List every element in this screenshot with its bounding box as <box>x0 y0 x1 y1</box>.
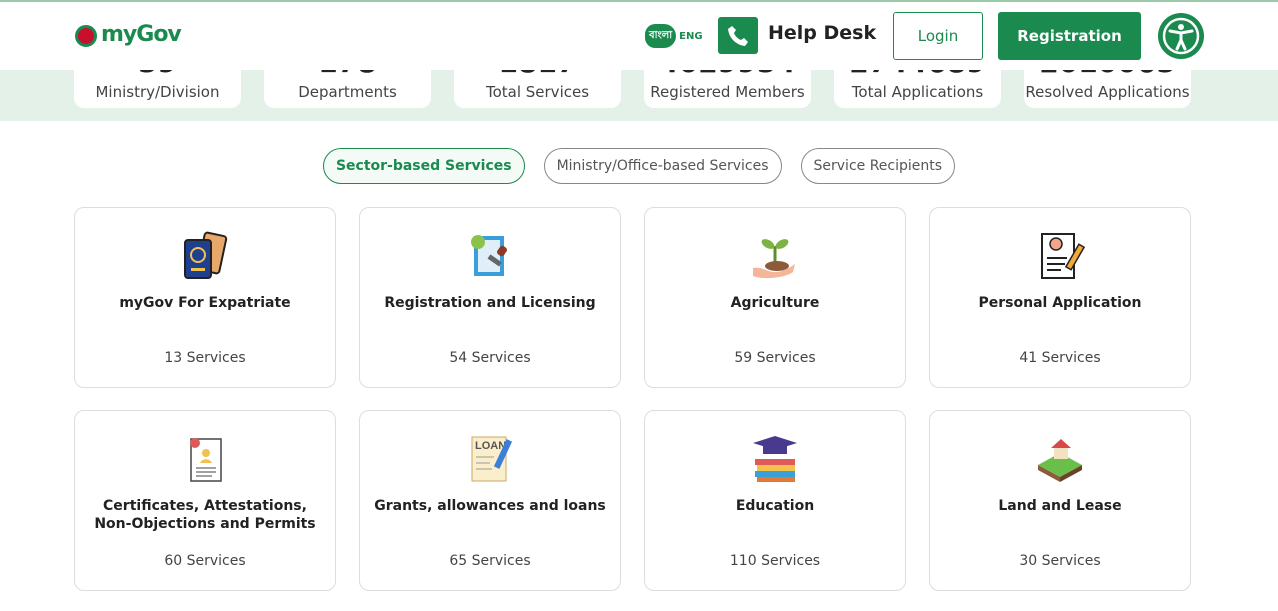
language-toggle[interactable]: বাংলা ENG <box>645 24 707 48</box>
header: myGov বাংলা ENG Help Desk Login Registra… <box>0 2 1278 70</box>
service-tabs: Sector-based Services Ministry/Office-ba… <box>0 148 1278 184</box>
service-cards: myGov For Expatriate 13 Services Registra… <box>74 207 1191 591</box>
plant-hand-icon <box>645 230 905 282</box>
phone-icon[interactable] <box>718 17 758 54</box>
accessibility-icon[interactable] <box>1158 13 1204 59</box>
mygov-logo[interactable]: myGov <box>75 14 182 47</box>
card-expatriate[interactable]: myGov For Expatriate 13 Services <box>74 207 336 388</box>
document-stamp-icon <box>360 230 620 282</box>
help-desk-link[interactable]: Help Desk <box>768 22 876 44</box>
tab-service-recipients[interactable]: Service Recipients <box>800 148 956 184</box>
card-personal-application[interactable]: Personal Application 41 Services <box>929 207 1191 388</box>
tab-ministry-office[interactable]: Ministry/Office-based Services <box>543 148 782 184</box>
card-education[interactable]: Education 110 Services <box>644 410 906 591</box>
registration-button[interactable]: Registration <box>998 12 1141 60</box>
profile-form-icon <box>930 230 1190 282</box>
card-certificates[interactable]: Certificates, Attestations, Non-Objectio… <box>74 410 336 591</box>
card-agriculture[interactable]: Agriculture 59 Services <box>644 207 906 388</box>
tab-sector-based[interactable]: Sector-based Services <box>322 148 525 184</box>
passport-icon <box>75 230 335 282</box>
land-house-icon <box>930 433 1190 485</box>
card-registration-licensing[interactable]: Registration and Licensing 54 Services <box>359 207 621 388</box>
certificate-icon <box>75 433 335 485</box>
card-land-lease[interactable]: Land and Lease 30 Services <box>929 410 1191 591</box>
graduation-books-icon <box>645 433 905 485</box>
loan-document-icon: LOAN <box>360 433 620 485</box>
login-button[interactable]: Login <box>893 12 983 60</box>
logo-mark-icon <box>75 24 97 47</box>
card-grants-loans[interactable]: LOAN Grants, allowances and loans 65 Serv… <box>359 410 621 591</box>
